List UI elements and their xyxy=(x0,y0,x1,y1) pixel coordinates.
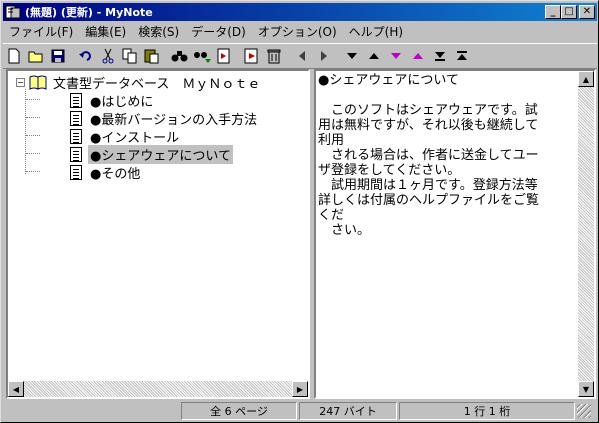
move-up-icon[interactable] xyxy=(363,45,385,67)
tree-item-label: ●シェアウェアについて xyxy=(88,144,233,164)
save-icon[interactable] xyxy=(47,45,69,67)
toolbar xyxy=(3,43,597,69)
tree-horizontal-scrollbar[interactable]: ◀ ▶ xyxy=(8,381,308,397)
outline-tree[interactable]: − 文書型データベース ＭｙＮｏｔｅ ●はじめに ●最新バージョンの入手方法 ●… xyxy=(6,69,310,399)
cut-icon[interactable] xyxy=(97,45,119,67)
copy-icon[interactable] xyxy=(119,45,141,67)
find-icon[interactable] xyxy=(169,45,191,67)
menu-edit[interactable]: 編集(E) xyxy=(79,23,132,40)
book-icon xyxy=(29,74,47,90)
document-editor[interactable]: ●シェアウェアについて このソフトはシェアウェアです。試 用は無料ですが、それ以… xyxy=(314,69,596,399)
status-cursor-position: 1 行 1 桁 xyxy=(399,402,575,420)
document-icon xyxy=(70,146,82,162)
minimize-button[interactable]: _ xyxy=(545,5,561,19)
menu-bar: ファイル(F) 編集(E) 検索(S) データ(D) オプション(O) ヘルプ(… xyxy=(3,22,597,41)
status-page-count: 全 6 ページ xyxy=(181,402,297,420)
menu-search[interactable]: 検索(S) xyxy=(132,23,185,40)
undo-icon[interactable] xyxy=(75,45,97,67)
tree-item[interactable]: ●最新バージョンの入手方法 xyxy=(70,109,259,128)
menu-help[interactable]: ヘルプ(H) xyxy=(343,23,409,40)
window-title: (無題) (更新) - MyNote xyxy=(25,6,153,19)
tree-item[interactable]: ●はじめに xyxy=(70,91,155,110)
app-icon[interactable] xyxy=(5,4,21,20)
tree-item-label: ●はじめに xyxy=(90,94,154,110)
scroll-up-icon[interactable]: ▲ xyxy=(578,71,594,87)
forward-icon[interactable] xyxy=(313,45,335,67)
tree-item-label: ●最新バージョンの入手方法 xyxy=(90,112,258,128)
scroll-track[interactable] xyxy=(578,87,594,381)
scroll-track[interactable] xyxy=(24,381,292,397)
paste-icon[interactable] xyxy=(141,45,163,67)
tree-item-label: ●その他 xyxy=(90,166,141,182)
collapse-icon[interactable]: − xyxy=(16,77,25,87)
maximize-button[interactable]: □ xyxy=(561,5,577,19)
new-file-icon[interactable] xyxy=(3,45,25,67)
document-text[interactable]: ●シェアウェアについて このソフトはシェアウェアです。試 用は無料ですが、それ以… xyxy=(318,73,576,238)
document-icon xyxy=(70,92,82,108)
tree-item-selected[interactable]: ●シェアウェアについて xyxy=(70,144,233,164)
editor-vertical-scrollbar[interactable]: ▲ ▼ xyxy=(578,71,594,397)
menu-data[interactable]: データ(D) xyxy=(185,23,252,40)
trash-icon[interactable] xyxy=(263,45,285,67)
move-bottom-icon[interactable] xyxy=(429,45,451,67)
scroll-down-icon[interactable]: ▼ xyxy=(578,381,594,397)
close-button[interactable]: ✕ xyxy=(579,5,595,19)
import-icon[interactable] xyxy=(241,45,263,67)
document-icon xyxy=(70,110,82,126)
status-blank xyxy=(3,402,179,420)
document-icon xyxy=(70,128,82,144)
tree-root[interactable]: − 文書型データベース ＭｙＮｏｔｅ xyxy=(16,73,262,92)
tree-item[interactable]: ●インストール xyxy=(70,127,181,146)
tree-item-label: ●インストール xyxy=(90,130,180,146)
resize-grip-icon[interactable] xyxy=(577,404,591,418)
back-icon[interactable] xyxy=(291,45,313,67)
menu-options[interactable]: オプション(O) xyxy=(252,23,343,40)
scroll-left-icon[interactable]: ◀ xyxy=(8,381,24,397)
open-folder-icon[interactable] xyxy=(25,45,47,67)
status-bar: 全 6 ページ 247 バイト 1 行 1 桁 xyxy=(3,401,597,421)
tree-item[interactable]: ●その他 xyxy=(70,163,142,182)
main-window: (無題) (更新) - MyNote _ □ ✕ ファイル(F) 編集(E) 検… xyxy=(0,0,599,423)
tree-root-label: 文書型データベース ＭｙＮｏｔｅ xyxy=(53,76,261,92)
replace-icon[interactable] xyxy=(213,45,235,67)
status-byte-count: 247 バイト xyxy=(299,402,397,420)
scroll-right-icon[interactable]: ▶ xyxy=(292,381,308,397)
menu-file[interactable]: ファイル(F) xyxy=(3,23,79,40)
document-icon xyxy=(70,164,82,180)
move-top-icon[interactable] xyxy=(451,45,473,67)
move-down-icon[interactable] xyxy=(341,45,363,67)
find-next-icon[interactable] xyxy=(191,45,213,67)
level-up-icon[interactable] xyxy=(407,45,429,67)
title-bar[interactable]: (無題) (更新) - MyNote _ □ ✕ xyxy=(3,3,597,21)
level-down-icon[interactable] xyxy=(385,45,407,67)
